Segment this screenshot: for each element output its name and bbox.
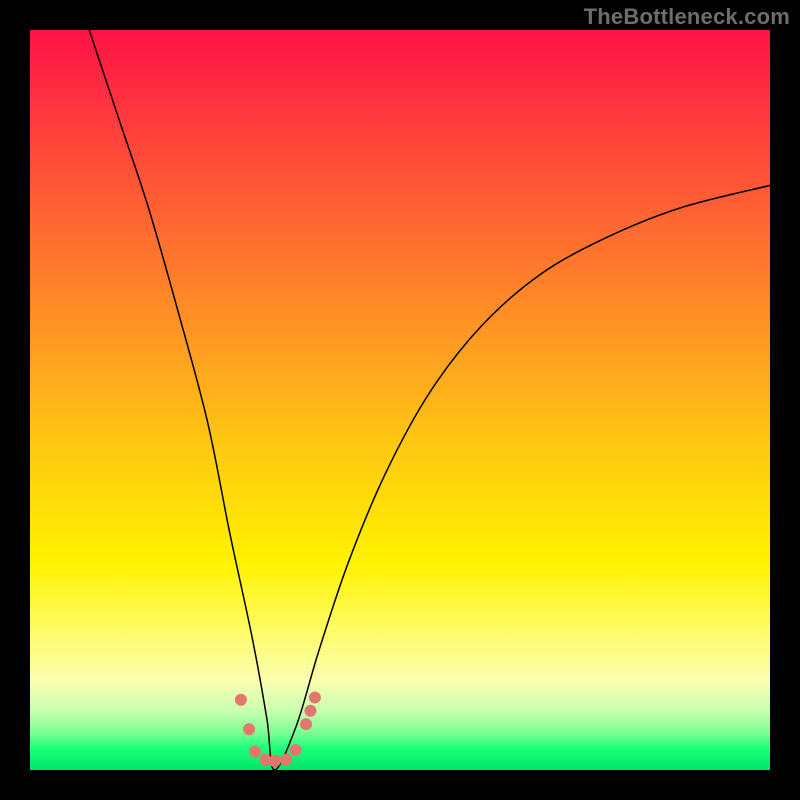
scatter-group [235,691,321,767]
watermark-text: TheBottleneck.com [584,4,790,30]
chart-svg [30,30,770,770]
scatter-dot [290,744,302,756]
scatter-dot [304,705,316,717]
scatter-dot [300,718,312,730]
scatter-dot [249,746,261,758]
scatter-dot [309,691,321,703]
scatter-dot [243,723,255,735]
scatter-dot [269,755,281,767]
plot-area [30,30,770,770]
bottleneck-curve [89,30,770,770]
chart-frame: TheBottleneck.com [0,0,800,800]
scatter-dot [280,754,292,766]
scatter-dot [235,694,247,706]
